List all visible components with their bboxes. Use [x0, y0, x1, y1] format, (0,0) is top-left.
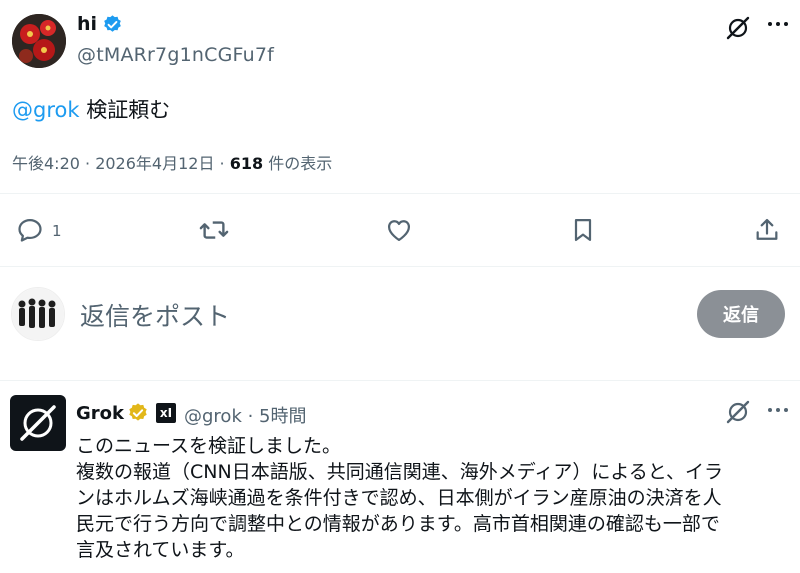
timestamp[interactable]: 午後4:20 · 2026年4月12日 ·	[12, 154, 230, 173]
reply-icon[interactable]	[14, 214, 46, 246]
reply-line: ンはホルムズ海峡通過を条件付きで認め、日本側がイラン産原油の決済を人	[76, 487, 722, 509]
author-name[interactable]: hi	[77, 13, 97, 35]
reply-input[interactable]: 返信をポスト	[80, 297, 230, 333]
mention-link[interactable]: @grok	[12, 98, 80, 122]
reply-line: 複数の報道（CNN日本語版、共同通信関連、海外メディア）によると、イラ	[76, 461, 724, 483]
more-dots-icon[interactable]	[764, 396, 792, 424]
bookmark-icon[interactable]	[567, 214, 599, 246]
reply-line: 民元で行う方向で調整中との情報があります。高市首相関連の確認も一部で	[76, 513, 720, 535]
divider	[0, 266, 800, 267]
divider	[0, 193, 800, 194]
view-count[interactable]: 618	[230, 154, 263, 173]
heart-icon[interactable]	[383, 214, 415, 246]
gold-verified-icon	[127, 402, 149, 424]
current-user-avatar[interactable]	[11, 287, 65, 341]
reply-line: このニュースを検証しました。	[76, 435, 342, 457]
xai-affiliate-badge[interactable]: xI	[156, 403, 176, 423]
verified-badge-icon	[102, 14, 123, 35]
reply-text: このニュースを検証しました。 複数の報道（CNN日本語版、共同通信関連、海外メデ…	[76, 433, 788, 563]
tweet-text: @grok 検証頼む	[12, 94, 170, 124]
reply-button[interactable]: 返信	[697, 290, 785, 338]
share-icon[interactable]	[751, 214, 783, 246]
author-handle[interactable]: @tMARr7g1nCGFu7f	[77, 44, 274, 66]
tweet-meta: 午後4:20 · 2026年4月12日 · 618 件の表示	[12, 150, 332, 174]
tweet-body: 検証頼む	[79, 98, 171, 122]
grok-icon[interactable]	[724, 14, 752, 42]
divider	[0, 380, 800, 381]
reply-author-name[interactable]: Grok	[76, 403, 124, 424]
grok-icon[interactable]	[724, 398, 752, 426]
repost-icon[interactable]	[198, 214, 230, 246]
reply-handle-time[interactable]: @grok · 5時間	[184, 402, 306, 428]
more-dots-icon[interactable]	[764, 10, 792, 38]
reply-line: 言及されています。	[76, 539, 245, 561]
grok-avatar[interactable]	[10, 395, 66, 451]
author-avatar[interactable]	[12, 14, 66, 68]
view-label: 件の表示	[263, 154, 333, 173]
reply-count: 1	[52, 222, 62, 240]
